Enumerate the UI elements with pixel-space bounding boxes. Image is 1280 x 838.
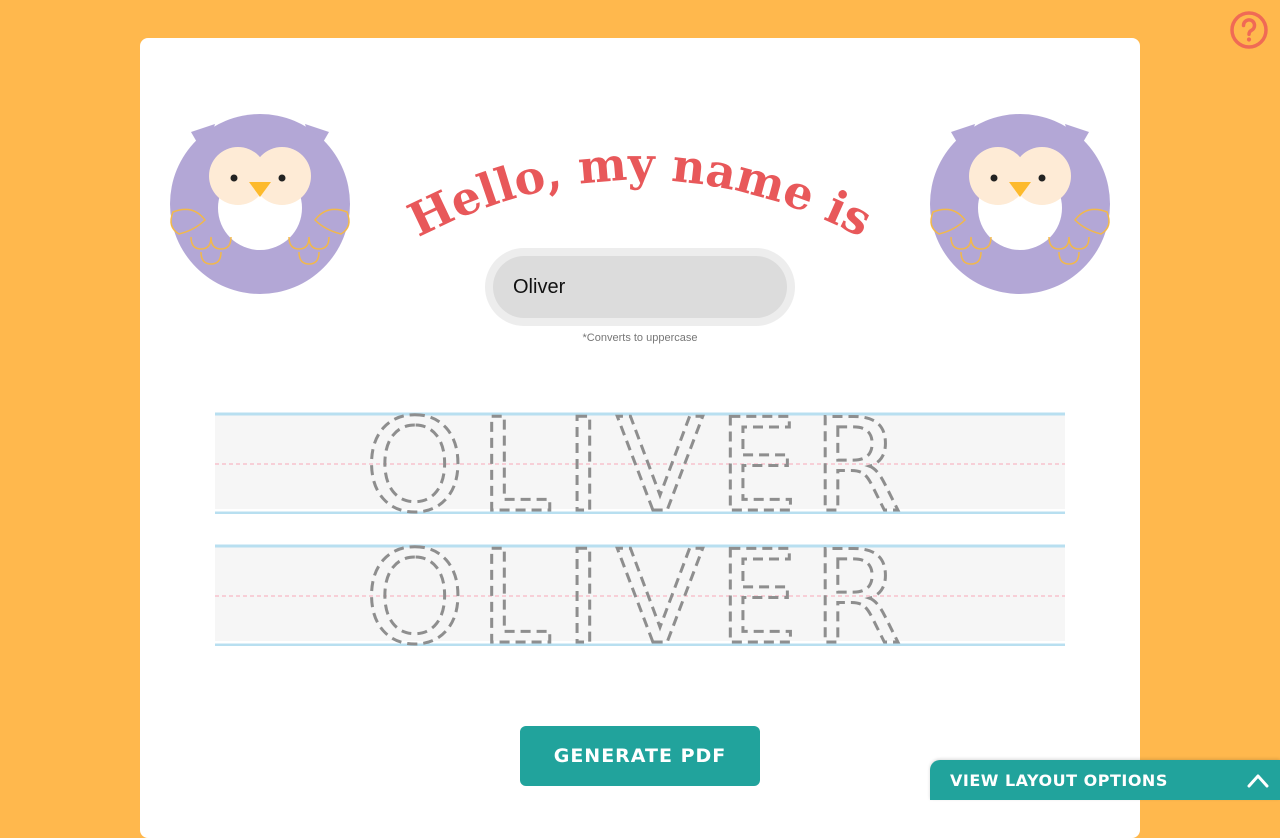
tracing-row: OLIVER: [215, 542, 1065, 646]
heading-text: Hello, my name is: [400, 137, 881, 248]
name-input[interactable]: [493, 256, 787, 318]
generate-pdf-button[interactable]: GENERATE PDF: [520, 726, 760, 786]
chevron-up-icon[interactable]: [1247, 772, 1269, 788]
help-icon[interactable]: [1229, 10, 1269, 50]
name-field-wrapper: [485, 248, 795, 326]
owl-left-icon: [170, 114, 350, 294]
tracing-text: OLIVER: [364, 542, 915, 646]
heading-arc: Hello, my name is: [400, 137, 881, 248]
view-layout-options-label: VIEW LAYOUT OPTIONS: [950, 771, 1168, 790]
view-layout-options-button[interactable]: VIEW LAYOUT OPTIONS: [930, 760, 1280, 800]
tracing-row: OLIVER: [215, 410, 1065, 514]
uppercase-hint: *Converts to uppercase: [582, 332, 698, 344]
tracing-text: OLIVER: [364, 410, 915, 514]
owl-right-icon: [930, 114, 1110, 294]
